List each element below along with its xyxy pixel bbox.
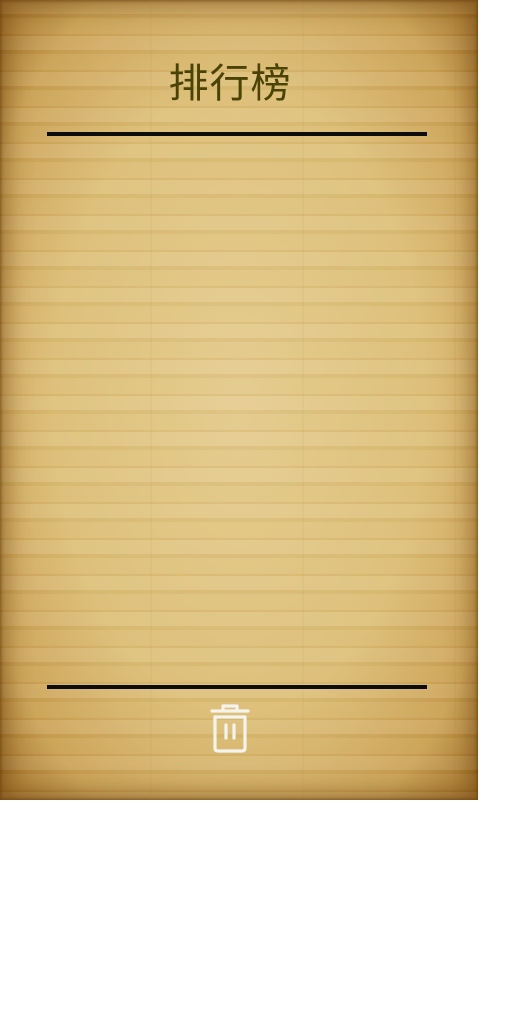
page-title: 排行榜 xyxy=(168,61,292,107)
top-divider xyxy=(47,132,427,136)
bottom-divider xyxy=(47,685,427,689)
trash-icon xyxy=(210,704,250,753)
leaderboard-list xyxy=(47,140,427,680)
leaderboard-panel: 排行榜 xyxy=(0,0,478,800)
clear-leaderboard-button[interactable] xyxy=(208,703,252,755)
